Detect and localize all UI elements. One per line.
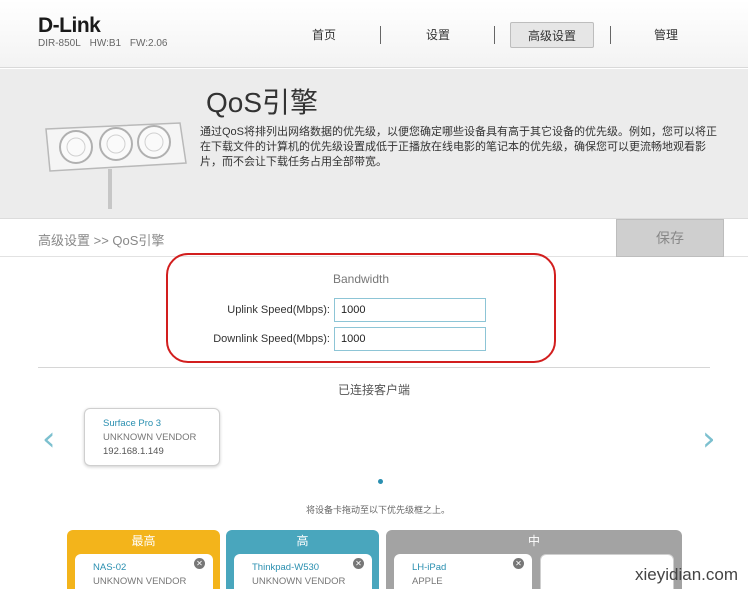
chevron-right-icon[interactable]: ›: [702, 422, 716, 456]
save-button[interactable]: 保存: [616, 219, 724, 257]
top-header: D-Link DIR-850L HW:B1 FW:2.06 首页 设置 高级设置…: [0, 0, 748, 68]
breadcrumb: 高级设置 >> QoS引擎: [38, 233, 165, 248]
uplink-speed-input[interactable]: [334, 298, 486, 322]
client-card[interactable]: Surface Pro 3 UNKNOWN VENDOR 192.168.1.1…: [84, 408, 220, 466]
nav-separator: [494, 26, 495, 44]
breadcrumb-bar: 高级设置 >> QoS引擎 保存: [0, 219, 748, 257]
priority-highest-column[interactable]: 最高 ✕ NAS-02 UNKNOWN VENDOR: [67, 530, 220, 589]
hw-version: HW:B1: [89, 38, 122, 49]
fw-version: FW:2.06: [129, 38, 168, 49]
priority-medium-label: 中: [527, 534, 540, 548]
nav-separator: [610, 26, 611, 44]
nav-home[interactable]: 首页: [296, 22, 352, 48]
section-divider: [38, 367, 710, 368]
uplink-speed-label: Uplink Speed(Mbps):: [227, 304, 330, 316]
dlink-logo: D-Link: [38, 14, 101, 37]
nav-settings[interactable]: 设置: [410, 22, 466, 48]
qos-hero-banner: QoS引擎 通过QoS将排列出网络数据的优先级，以便您确定哪些设备具有高于其它设…: [0, 69, 748, 219]
device-vendor: UNKNOWN VENDOR: [93, 576, 187, 587]
priority-device-card[interactable]: ✕ Thinkpad-W530 UNKNOWN VENDOR: [234, 554, 372, 589]
device-vendor: UNKNOWN VENDOR: [252, 576, 346, 587]
nav-management[interactable]: 管理: [638, 22, 694, 48]
qos-engine-illustration-icon: [45, 122, 187, 209]
pager-dot[interactable]: [378, 479, 383, 484]
device-info: DIR-850L HW:B1 FW:2.06: [38, 38, 173, 49]
close-icon[interactable]: ✕: [194, 558, 205, 569]
close-icon[interactable]: ✕: [353, 558, 364, 569]
client-vendor: UNKNOWN VENDOR: [103, 432, 197, 443]
priority-high-column[interactable]: 高 ✕ Thinkpad-W530 UNKNOWN VENDOR: [226, 530, 379, 589]
connected-clients-title: 已连接客户端: [337, 383, 410, 397]
downlink-speed-input[interactable]: [334, 327, 486, 351]
chevron-left-icon[interactable]: ‹: [42, 422, 56, 456]
client-name: Surface Pro 3: [103, 418, 162, 429]
downlink-speed-label: Downlink Speed(Mbps):: [213, 333, 330, 345]
nav-advanced-settings[interactable]: 高级设置: [510, 22, 594, 48]
priority-highest-label: 最高: [131, 534, 156, 548]
client-ip: 192.168.1.149: [103, 446, 164, 457]
page-description: 通过QoS将排列出网络数据的优先级，以便您确定哪些设备具有高于其它设备的优先级。…: [200, 126, 718, 168]
close-icon[interactable]: ✕: [513, 558, 524, 569]
priority-device-card[interactable]: ✕ NAS-02 UNKNOWN VENDOR: [75, 554, 213, 589]
drag-hint: 将设备卡拖动至以下优先级框之上。: [305, 505, 450, 515]
nav-separator: [380, 26, 381, 44]
priority-high-label: 高: [296, 534, 309, 548]
watermark: xieyidian.com: [635, 565, 738, 584]
page-title: QoS引擎: [206, 87, 319, 118]
device-vendor: APPLE: [412, 576, 443, 587]
model-label: DIR-850L: [38, 38, 81, 49]
priority-device-card[interactable]: ✕ LH-iPad APPLE: [394, 554, 532, 589]
bandwidth-title: Bandwidth: [332, 272, 390, 286]
